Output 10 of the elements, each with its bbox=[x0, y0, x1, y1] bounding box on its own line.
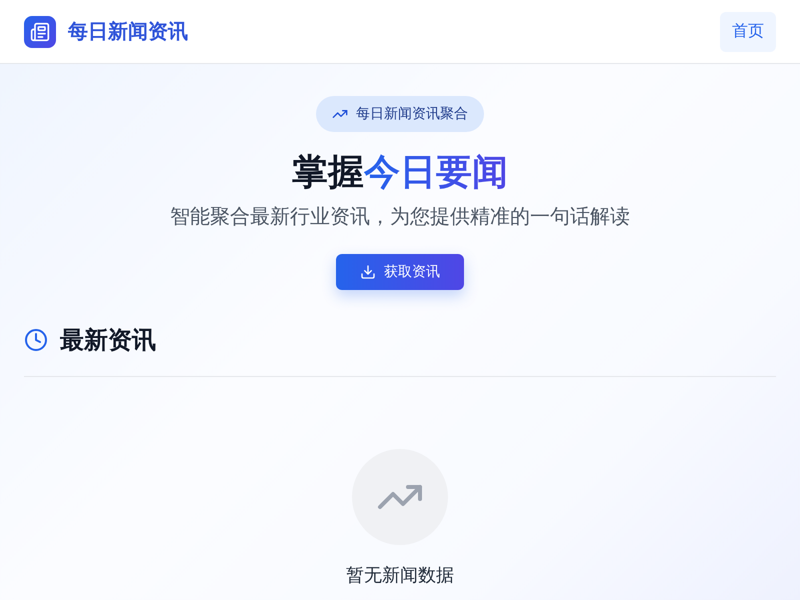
nav-link[interactable]: 首页 bbox=[720, 12, 776, 52]
empty-state-text: 暂无新闻数据 bbox=[346, 564, 454, 587]
clock-icon bbox=[24, 328, 48, 352]
newspaper-icon bbox=[24, 16, 56, 48]
hero-subtitle: 智能聚合最新行业资讯，为您提供精准的一句话解读 bbox=[170, 205, 630, 230]
badge-text: 每日新闻资讯聚合 bbox=[356, 105, 468, 123]
fetch-news-button[interactable]: 获取资讯 bbox=[336, 254, 464, 290]
download-icon bbox=[360, 264, 376, 280]
section-title: 最新资讯 bbox=[60, 326, 156, 356]
brand-name: 每日新闻资讯 bbox=[68, 20, 188, 45]
